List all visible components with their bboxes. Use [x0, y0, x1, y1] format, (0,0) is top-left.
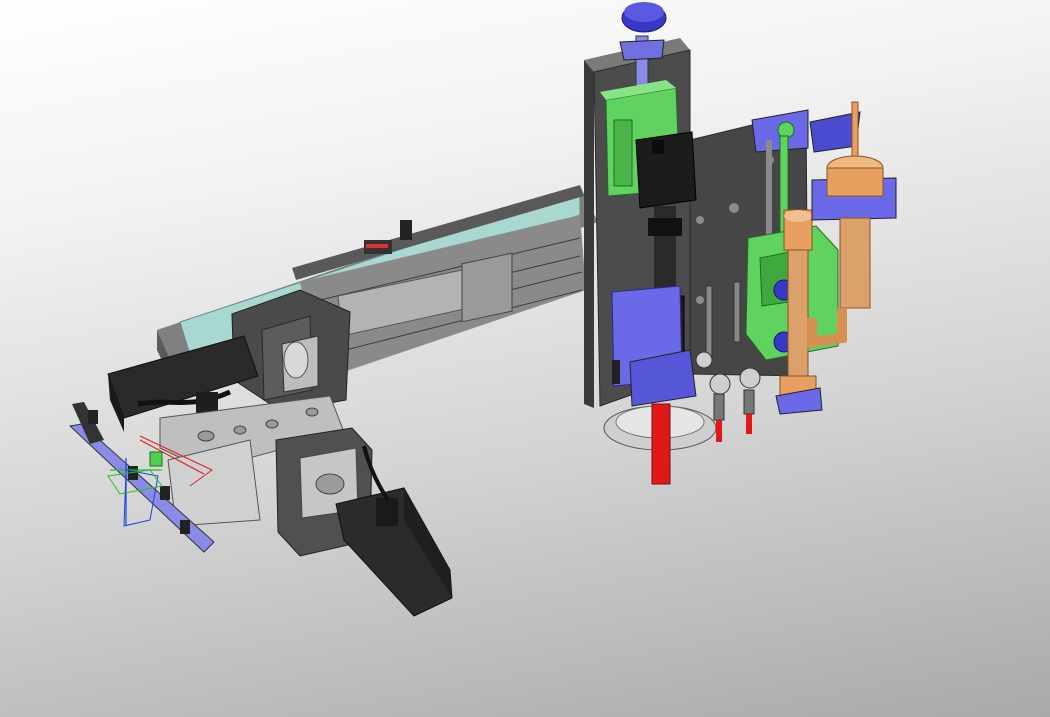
column-slot [612, 360, 620, 384]
cad-model-canvas[interactable] [0, 0, 1050, 717]
red-output-pin [651, 403, 671, 485]
cad-viewport[interactable] [0, 0, 1050, 717]
linear-bearing-block [461, 252, 513, 323]
lower-motor-assembly[interactable] [275, 427, 453, 617]
column-edge [584, 60, 594, 408]
